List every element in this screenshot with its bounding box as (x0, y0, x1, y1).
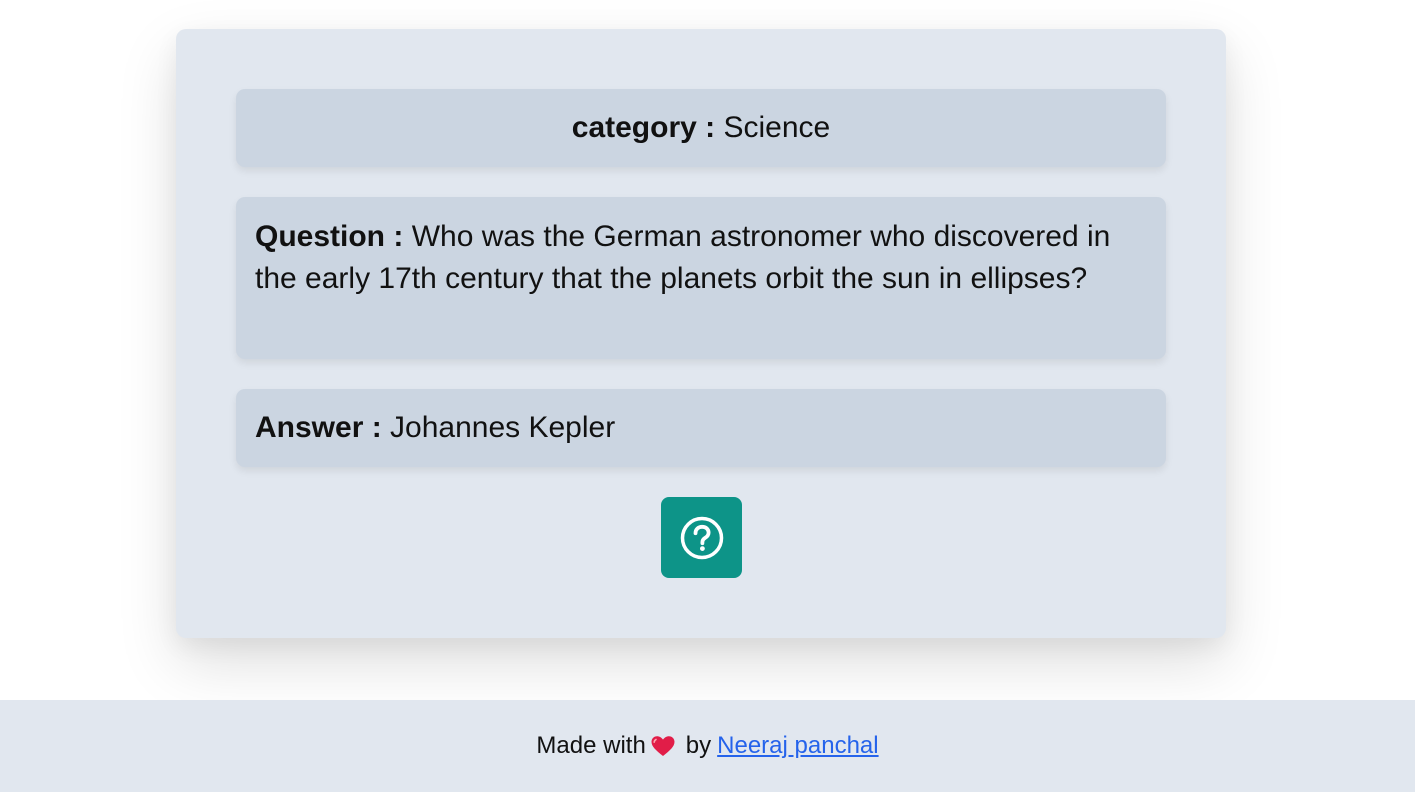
category-value: Science (723, 111, 831, 144)
answer-text: Johannes Kepler (390, 411, 616, 444)
quiz-card: category : Science Question : Who was th… (176, 29, 1226, 638)
footer: Made with by Neeraj panchal (0, 700, 1415, 792)
made-with-text: Made with (536, 732, 646, 759)
author-link[interactable]: Neeraj panchal (717, 732, 878, 760)
heart-icon (650, 735, 676, 757)
category-panel: category : Science (236, 89, 1166, 167)
by-text: by (685, 732, 712, 759)
question-circle-icon (680, 516, 723, 559)
show-answer-button[interactable] (661, 497, 742, 578)
answer-panel: Answer : Johannes Kepler (236, 389, 1166, 467)
category-label: category : (571, 111, 716, 144)
answer-label: Answer : (255, 411, 382, 444)
question-panel: Question : Who was the German astronomer… (236, 197, 1166, 359)
question-label: Question : (255, 220, 404, 253)
